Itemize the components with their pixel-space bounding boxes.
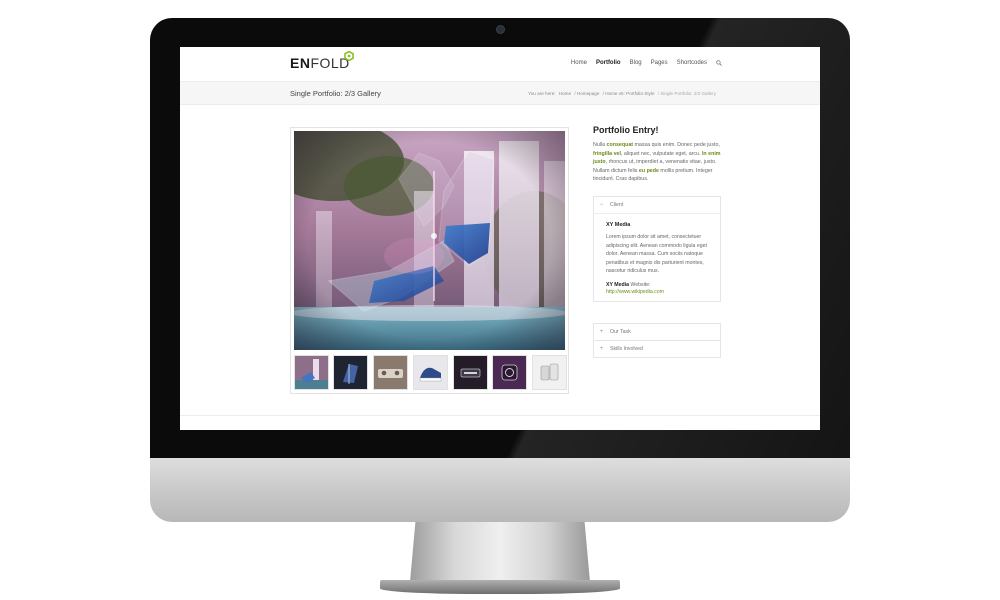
breadcrumb-homepage[interactable]: / Homepage	[574, 91, 599, 96]
portfolio-entry-text: Nulla consequat massa quis enim. Donec p…	[593, 141, 721, 184]
monitor-stand-neck	[410, 522, 590, 582]
portfolio-gallery	[290, 127, 569, 394]
thumbnail-white-devices-image	[533, 356, 566, 389]
page-title: Single Portfolio: 2/3 Gallery	[290, 89, 381, 98]
waterfall-glass-artwork	[294, 131, 565, 350]
gallery-thumbnail[interactable]	[492, 355, 527, 390]
client-website-suffix: Website:	[628, 281, 651, 288]
monitor-stand-foot	[380, 580, 620, 594]
client-description: Lorem ipsum dolor sit amet, consectetuer…	[606, 234, 707, 275]
client-website-link[interactable]: http://www.wikipedia.com	[606, 289, 708, 295]
portfolio-entry-title: Portfolio Entry!	[593, 125, 659, 135]
toggle-our-task-header[interactable]: + Our Task	[594, 324, 720, 340]
main-nav: Home Portfolio Blog Pages Shortcodes	[571, 60, 722, 66]
client-website-name: XY Media	[606, 281, 629, 288]
toggle-our-task: + Our Task	[593, 323, 721, 341]
toggle-client-content: XY Media Lorem ipsum dolor sit amet, con…	[594, 213, 720, 301]
footer-divider	[180, 415, 820, 416]
plus-icon: +	[599, 345, 604, 352]
gallery-thumbnail[interactable]	[453, 355, 488, 390]
logo-en: EN	[290, 55, 311, 71]
toggle-skills-involved: + Skills Involved	[593, 340, 721, 358]
entry-text-part: , aliquet nec, vulputate eget, arcu.	[620, 150, 702, 157]
thumbnail-sneaker-image	[414, 356, 447, 389]
website-screen: ENFOLD Home Portfolio Blog Pages Shortco…	[180, 47, 820, 430]
site-logo[interactable]: ENFOLD	[290, 55, 350, 71]
thumbnail-purple-cube-image	[493, 356, 526, 389]
site-header: ENFOLD Home Portfolio Blog Pages Shortco…	[180, 47, 820, 82]
toggle-skills-header[interactable]: + Skills Involved	[594, 341, 720, 357]
nav-item-home[interactable]: Home	[571, 60, 587, 66]
title-bar: Single Portfolio: 2/3 Gallery You are he…	[180, 82, 820, 105]
entry-text-bold: consequat	[606, 142, 634, 148]
nav-item-portfolio[interactable]: Portfolio	[596, 60, 621, 66]
gallery-thumbnail[interactable]	[413, 355, 448, 390]
client-name: XY Media	[606, 222, 631, 228]
entry-text-part: Nulla	[593, 142, 607, 148]
nav-item-blog[interactable]: Blog	[630, 60, 642, 66]
breadcrumb-home[interactable]: Home	[559, 91, 571, 96]
gallery-thumbnail[interactable]	[333, 355, 368, 390]
monitor-chin	[150, 458, 850, 522]
thumbnail-waterfall-image	[295, 356, 328, 389]
gallery-thumbnail[interactable]	[532, 355, 567, 390]
entry-text-part: massa quis enim. Donec pede justo,	[633, 142, 720, 148]
breadcrumb-prefix: You are here:	[528, 91, 556, 96]
toggle-skills-label: Skills Involved	[610, 346, 643, 352]
thumbnail-badge-image	[454, 356, 487, 389]
entry-text-bold: eu pede	[638, 167, 659, 174]
logo-hexagon-icon	[344, 51, 354, 61]
breadcrumb-current: / Single Portfolio: 2/3 Gallery	[657, 91, 716, 96]
nav-item-shortcodes[interactable]: Shortcodes	[677, 60, 707, 66]
breadcrumb: You are here: Home / Homepage / Home v5:…	[528, 91, 718, 96]
plus-icon: +	[599, 328, 604, 335]
toggle-client-label: Client	[610, 202, 624, 208]
search-icon[interactable]	[716, 60, 722, 66]
thumbnail-dark-glass-image	[334, 356, 367, 389]
webcam	[497, 26, 504, 33]
toggle-client-header[interactable]: − Client	[594, 197, 720, 213]
gallery-thumbnail[interactable]	[373, 355, 408, 390]
minus-icon: −	[599, 201, 604, 208]
nav-item-pages[interactable]: Pages	[651, 60, 668, 66]
thumbnail-device-image	[374, 356, 407, 389]
gallery-thumbnail[interactable]	[294, 355, 329, 390]
entry-text-bold: fringilla vel	[593, 150, 621, 157]
toggle-client: − Client XY Media Lorem ipsum dolor sit …	[593, 196, 721, 302]
breadcrumb-home-v5[interactable]: / Home v5: Portfolio Style	[603, 91, 655, 96]
client-website-label: XY Media Website:	[606, 281, 708, 289]
toggle-our-task-label: Our Task	[610, 329, 631, 335]
gallery-main-image[interactable]	[294, 131, 565, 350]
gallery-thumbnails	[294, 355, 567, 391]
